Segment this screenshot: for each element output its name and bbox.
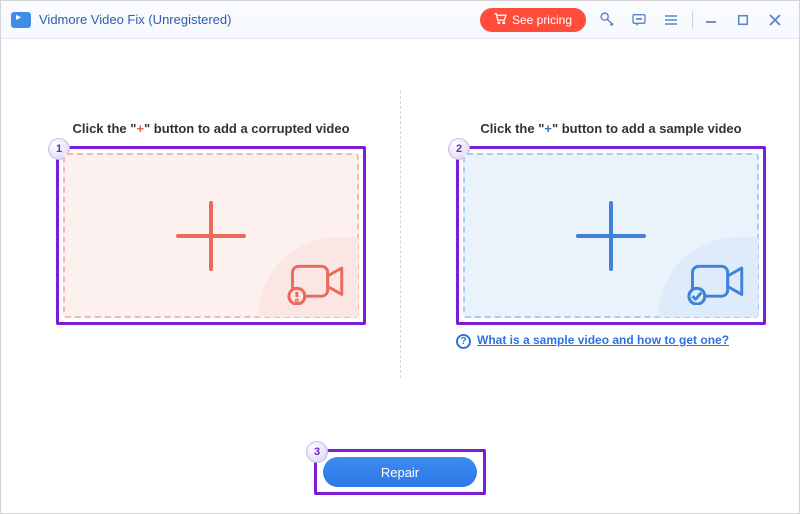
app-title: Vidmore Video Fix (Unregistered): [39, 12, 231, 27]
minimize-button[interactable]: [697, 9, 725, 31]
sample-video-panel: Click the "+" button to add a sample vid…: [456, 121, 766, 349]
register-key-icon[interactable]: [596, 9, 618, 31]
app-logo-icon: [11, 12, 31, 28]
app-window: Vidmore Video Fix (Unregistered) See pri…: [0, 0, 800, 514]
menu-icon[interactable]: [660, 9, 682, 31]
corrupted-video-panel: Click the "+" button to add a corrupted …: [56, 121, 366, 325]
sample-help-row: ? What is a sample video and how to get …: [456, 333, 766, 349]
title-bar: Vidmore Video Fix (Unregistered) See pri…: [1, 1, 799, 39]
titlebar-separator: [692, 11, 693, 29]
see-pricing-button[interactable]: See pricing: [480, 8, 586, 32]
add-sample-video-dropzone[interactable]: [463, 153, 759, 318]
help-icon: ?: [456, 334, 471, 349]
repair-section: 3 Repair: [314, 449, 486, 495]
corrupted-heading: Click the "+" button to add a corrupted …: [56, 121, 366, 136]
sample-heading: Click the "+" button to add a sample vid…: [456, 121, 766, 136]
plus-glyph-red: +: [136, 121, 144, 136]
add-corrupted-video-dropzone[interactable]: [63, 153, 359, 318]
see-pricing-label: See pricing: [512, 13, 572, 27]
what-is-sample-link[interactable]: What is a sample video and how to get on…: [477, 333, 729, 349]
cart-icon: [494, 13, 507, 27]
camera-check-icon: [687, 261, 749, 310]
sample-step-outline: 2: [456, 146, 766, 325]
plus-glyph-blue: +: [544, 121, 552, 136]
camera-error-icon: [287, 261, 349, 310]
maximize-button[interactable]: [729, 9, 757, 31]
close-button[interactable]: [761, 9, 789, 31]
repair-step-outline: 3 Repair: [314, 449, 486, 495]
corrupted-step-outline: 1: [56, 146, 366, 325]
repair-button[interactable]: Repair: [323, 457, 477, 487]
plus-icon: [176, 201, 246, 271]
main-content: Click the "+" button to add a corrupted …: [1, 39, 799, 513]
feedback-icon[interactable]: [628, 9, 650, 31]
vertical-divider: [400, 91, 401, 378]
step-badge-3: 3: [306, 441, 328, 463]
plus-icon: [576, 201, 646, 271]
